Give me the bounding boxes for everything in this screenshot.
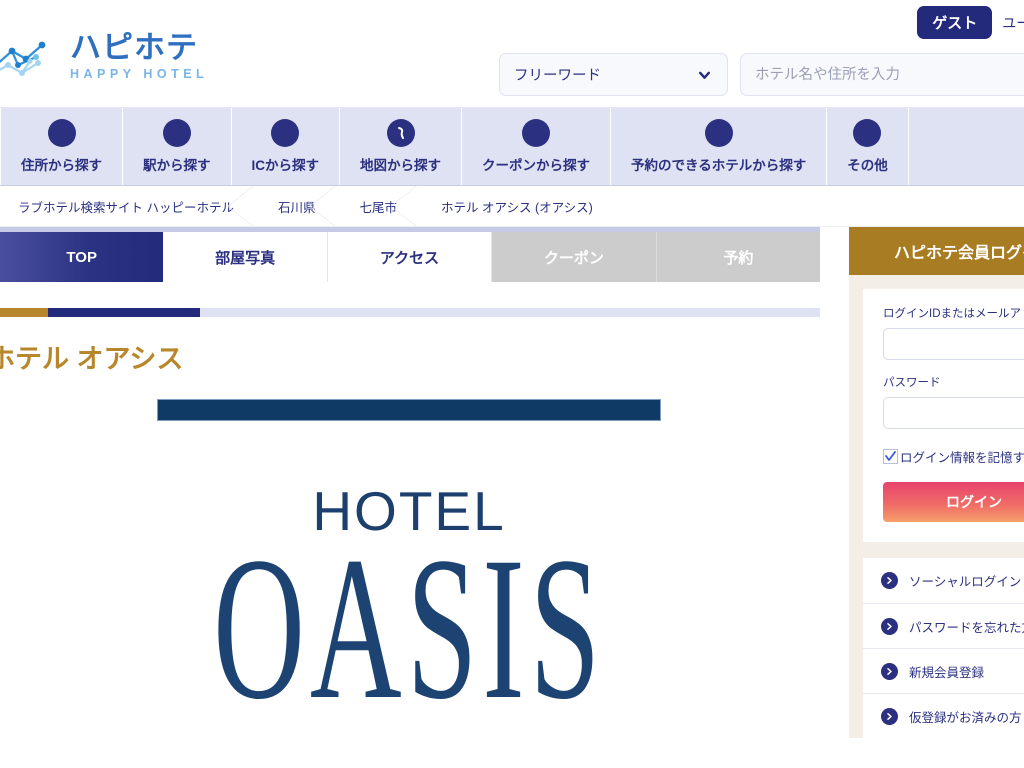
nav-label-ic: ICから探す [251,158,320,173]
arrow-right-icon [881,617,898,635]
arrow-right-icon [881,572,898,589]
account-area: ゲスト ユーザー [917,6,1024,39]
arrow-right-icon [881,662,898,680]
nav-label-map: 地図から探す [360,158,441,173]
arrow-right-icon [881,707,898,725]
breadcrumb: ラブホテル検索サイト ハッピーホテル 石川県 七尾市 ホテル オアシス (オアシ… [0,186,1024,227]
remember-me-label: ログイン情報を記憶する [900,451,1024,465]
hero-logo-oasis-text: OASIS [212,515,606,742]
breadcrumb-item-home[interactable]: ラブホテル検索サイト ハッピーホテル [18,186,268,226]
nav-item-address[interactable]: 住所から探す [0,108,123,185]
link-social-login[interactable]: ソーシャルログイン [863,558,1024,603]
link-forgot-password[interactable]: パスワードを忘れた方 [863,603,1024,648]
nav-item-map[interactable]: 地図から探す [340,108,462,185]
coupon-icon [522,119,550,147]
nav-item-ic[interactable]: ICから探す [232,108,340,185]
login-panel-title: ハピホテ会員ログイン [849,227,1024,275]
nav-item-station[interactable]: 駅から探す [123,108,232,185]
accent-segment-gold [0,308,48,317]
login-form: ログインIDまたはメールアドレス パスワード ログイン情報を記憶する ログイン [863,289,1024,542]
link-provisional-registration[interactable]: 仮登録がお済みの方 [863,693,1024,738]
hotel-main-photo[interactable]: HOTEL OASIS [157,429,661,759]
nav-item-other[interactable]: その他 [827,108,909,185]
login-id-label: ログインIDまたはメールアドレス [883,308,1024,320]
member-login-panel: ハピホテ会員ログイン ログインIDまたはメールアドレス パスワード ログイン情報… [849,227,1024,738]
link-new-registration[interactable]: 新規会員登録 [863,648,1024,693]
search-input[interactable] [740,53,1024,96]
site-logo[interactable]: ハピホテ HAPPY HOTEL [0,32,208,81]
login-button[interactable]: ログイン [883,482,1024,522]
password-input[interactable] [883,397,1024,429]
logo-text: ハピホテ HAPPY HOTEL [70,32,208,81]
link-label-forgot-password: パスワードを忘れた方 [909,620,1024,635]
tab-access[interactable]: アクセス [327,232,493,282]
chevron-down-icon [698,71,711,79]
breadcrumb-item-current: ホテル オアシス (オアシス) [441,200,593,215]
map-icon [386,119,415,147]
guest-user-label[interactable]: ユーザー [1002,13,1024,33]
pin-icon [47,119,76,147]
login-id-input[interactable] [883,328,1024,360]
hotel-tabs: TOP 部屋写真 アクセス クーポン 予約 [0,232,821,282]
search-category-value: フリーワード [514,68,601,84]
accent-segment-navy [48,308,200,317]
page-root: ハピホテ HAPPY HOTEL ゲスト ユーザー フリーワード 住所から探す [0,0,1024,768]
tab-coupon[interactable]: クーポン [492,232,657,282]
remember-me-checkbox[interactable] [883,449,898,464]
section-accent-bar [0,308,820,317]
login-links: ソーシャルログイン パスワードを忘れた方 新規会員登録 仮登録がお済みの方 [863,558,1024,738]
nav-item-coupon[interactable]: クーポンから探す [462,108,611,185]
hero-banner-bar [157,399,661,421]
search-category-select[interactable]: フリーワード [499,53,728,96]
search-bar: フリーワード [499,53,1024,96]
nav-label-coupon: クーポンから探す [482,158,590,173]
breadcrumb-item-city[interactable]: 七尾市 [350,186,432,226]
main-nav: 住所から探す 駅から探す ICから探す 地図から探す クーポンから探す 予約ので… [0,108,1024,186]
nav-label-station: 駅から探す [143,158,211,173]
nav-label-other: その他 [847,158,888,173]
highway-icon [271,119,300,147]
link-label-new-registration: 新規会員登録 [909,665,985,680]
tab-top[interactable]: TOP [0,232,164,282]
train-icon [162,119,191,147]
happy-hotel-logo-icon [0,41,46,76]
link-label-provisional-registration: 仮登録がお済みの方 [909,710,1022,725]
breadcrumb-item-prefecture[interactable]: 石川県 [268,186,350,226]
site-header: ハピホテ HAPPY HOTEL ゲスト ユーザー フリーワード [0,0,1024,108]
calendar-icon [704,119,733,147]
link-label-social-login: ソーシャルログイン [909,575,1022,589]
more-icon [853,119,882,147]
page-title: ホテル オアシス [0,344,184,374]
nav-label-address: 住所から探す [21,158,102,173]
tab-reserve[interactable]: 予約 [656,232,821,282]
main-column: TOP 部屋写真 アクセス クーポン 予約 ホテル オアシス HOTEL OAS… [0,227,821,759]
nav-item-reservable[interactable]: 予約のできるホテルから探す [611,108,828,185]
remember-me-row[interactable]: ログイン情報を記憶する [883,447,1024,466]
body-area: TOP 部屋写真 アクセス クーポン 予約 ホテル オアシス HOTEL OAS… [0,227,1024,759]
logo-title-jp: ハピホテ [70,30,198,65]
nav-label-reservable: 予約のできるホテルから探す [631,158,807,173]
password-label: パスワード [883,377,941,389]
guest-badge[interactable]: ゲスト [917,6,993,39]
check-icon [885,451,896,461]
accent-segment-pale [200,308,820,317]
logo-title-en: HAPPY HOTEL [70,67,209,81]
tab-room-photo[interactable]: 部屋写真 [163,232,328,282]
